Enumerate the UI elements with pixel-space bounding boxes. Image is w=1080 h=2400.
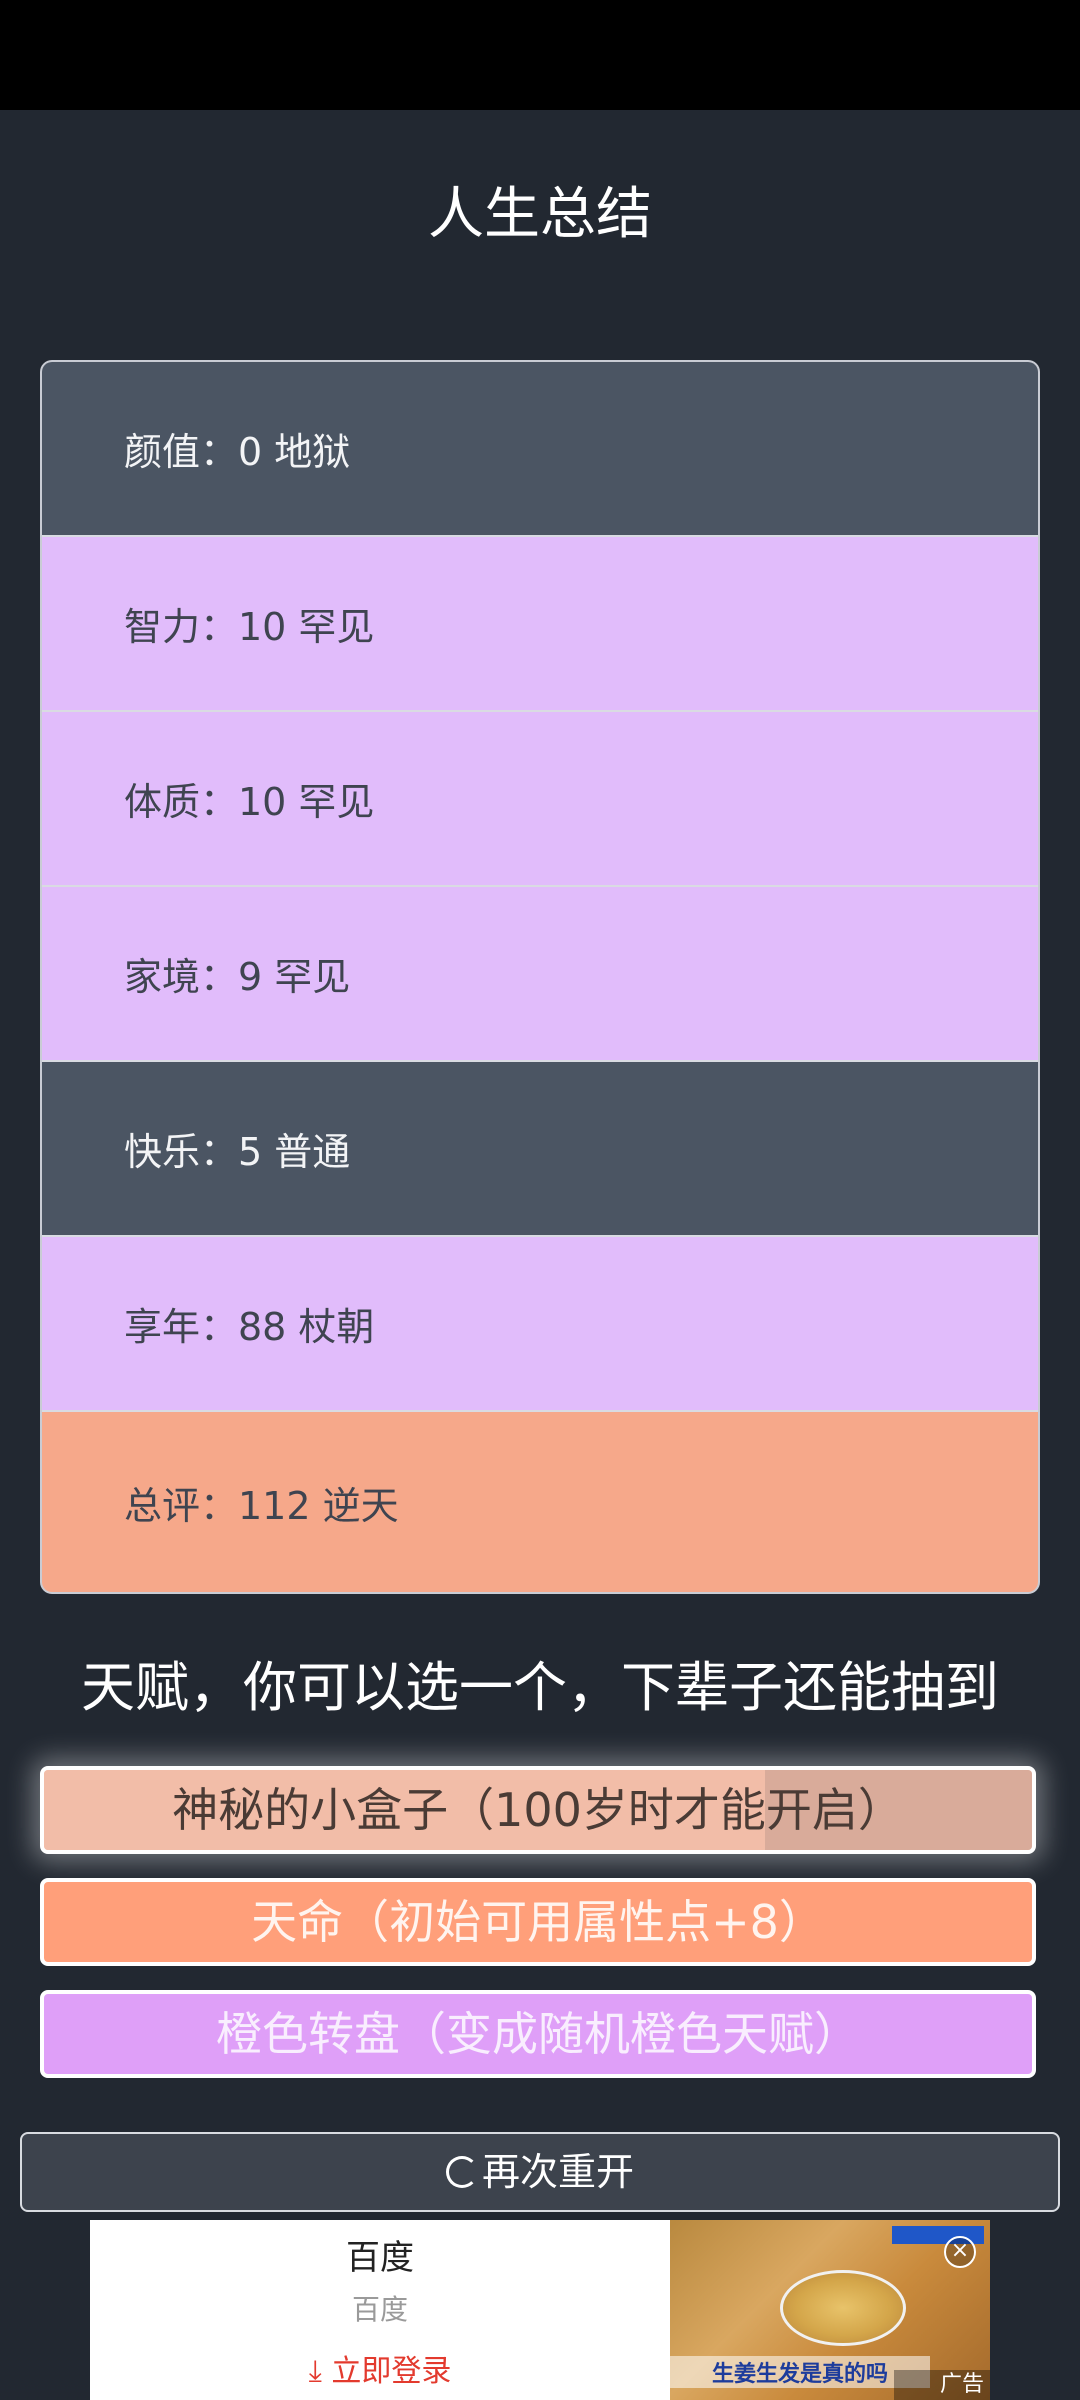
stat-row-family: 家境：9 罕见 xyxy=(42,887,1038,1062)
talent-fate-button[interactable]: 天命（初始可用属性点+8） xyxy=(40,1878,1036,1966)
restart-label: 再次重开 xyxy=(481,2150,634,2194)
page-title: 人生总结 xyxy=(428,182,652,247)
talent-heading: 天赋，你可以选一个，下辈子还能抽到 xyxy=(81,1656,999,1719)
close-icon[interactable]: × xyxy=(944,2236,976,2268)
ad-title: 百度 xyxy=(346,2238,414,2278)
stat-row-total-rating: 总评：112 逆天 xyxy=(42,1412,1038,1592)
ad-login-label: 立即登录 xyxy=(331,2354,452,2389)
ad-image-caption: 生姜生发是真的吗 xyxy=(670,2356,930,2388)
restart-button[interactable]: 再次重开 xyxy=(20,2132,1060,2212)
ad-banner[interactable]: 百度 百度 ⤓ 立即登录 × 生姜生发是真的吗 广告 xyxy=(90,2220,990,2400)
ad-tag: 广告 xyxy=(894,2370,990,2400)
talent-orange-wheel-label: 橙色转盘（变成随机橙色天赋） xyxy=(216,2007,860,2061)
ad-subtitle: 百度 xyxy=(351,2293,408,2326)
talent-fate-label: 天命（初始可用属性点+8） xyxy=(251,1895,825,1949)
talent-orange-wheel-button[interactable]: 橙色转盘（变成随机橙色天赋） xyxy=(40,1990,1036,2078)
stat-row-happiness: 快乐：5 普通 xyxy=(42,1062,1038,1237)
ginger-powder-image xyxy=(780,2270,906,2346)
talent-mystery-box-button[interactable]: 神秘的小盒子（100岁时才能开启） xyxy=(40,1766,1036,1854)
stats-list: 颜值：0 地狱 智力：10 罕见 体质：10 罕见 家境：9 罕见 快乐：5 普… xyxy=(40,360,1040,1594)
stat-row-constitution: 体质：10 罕见 xyxy=(42,712,1038,887)
stat-row-appearance: 颜值：0 地狱 xyxy=(42,362,1038,537)
ad-login-link[interactable]: ⤓ 立即登录 xyxy=(90,2346,670,2390)
stat-row-lifespan: 享年：88 杖朝 xyxy=(42,1237,1038,1412)
status-bar xyxy=(0,0,1080,110)
refresh-icon xyxy=(445,2155,478,2188)
talent-mystery-box-label: 神秘的小盒子（100岁时才能开启） xyxy=(172,1783,904,1837)
stat-row-intelligence: 智力：10 罕见 xyxy=(42,537,1038,712)
download-arrow-icon: ⤓ xyxy=(308,2354,322,2389)
ad-image[interactable]: × 生姜生发是真的吗 广告 xyxy=(670,2220,990,2400)
